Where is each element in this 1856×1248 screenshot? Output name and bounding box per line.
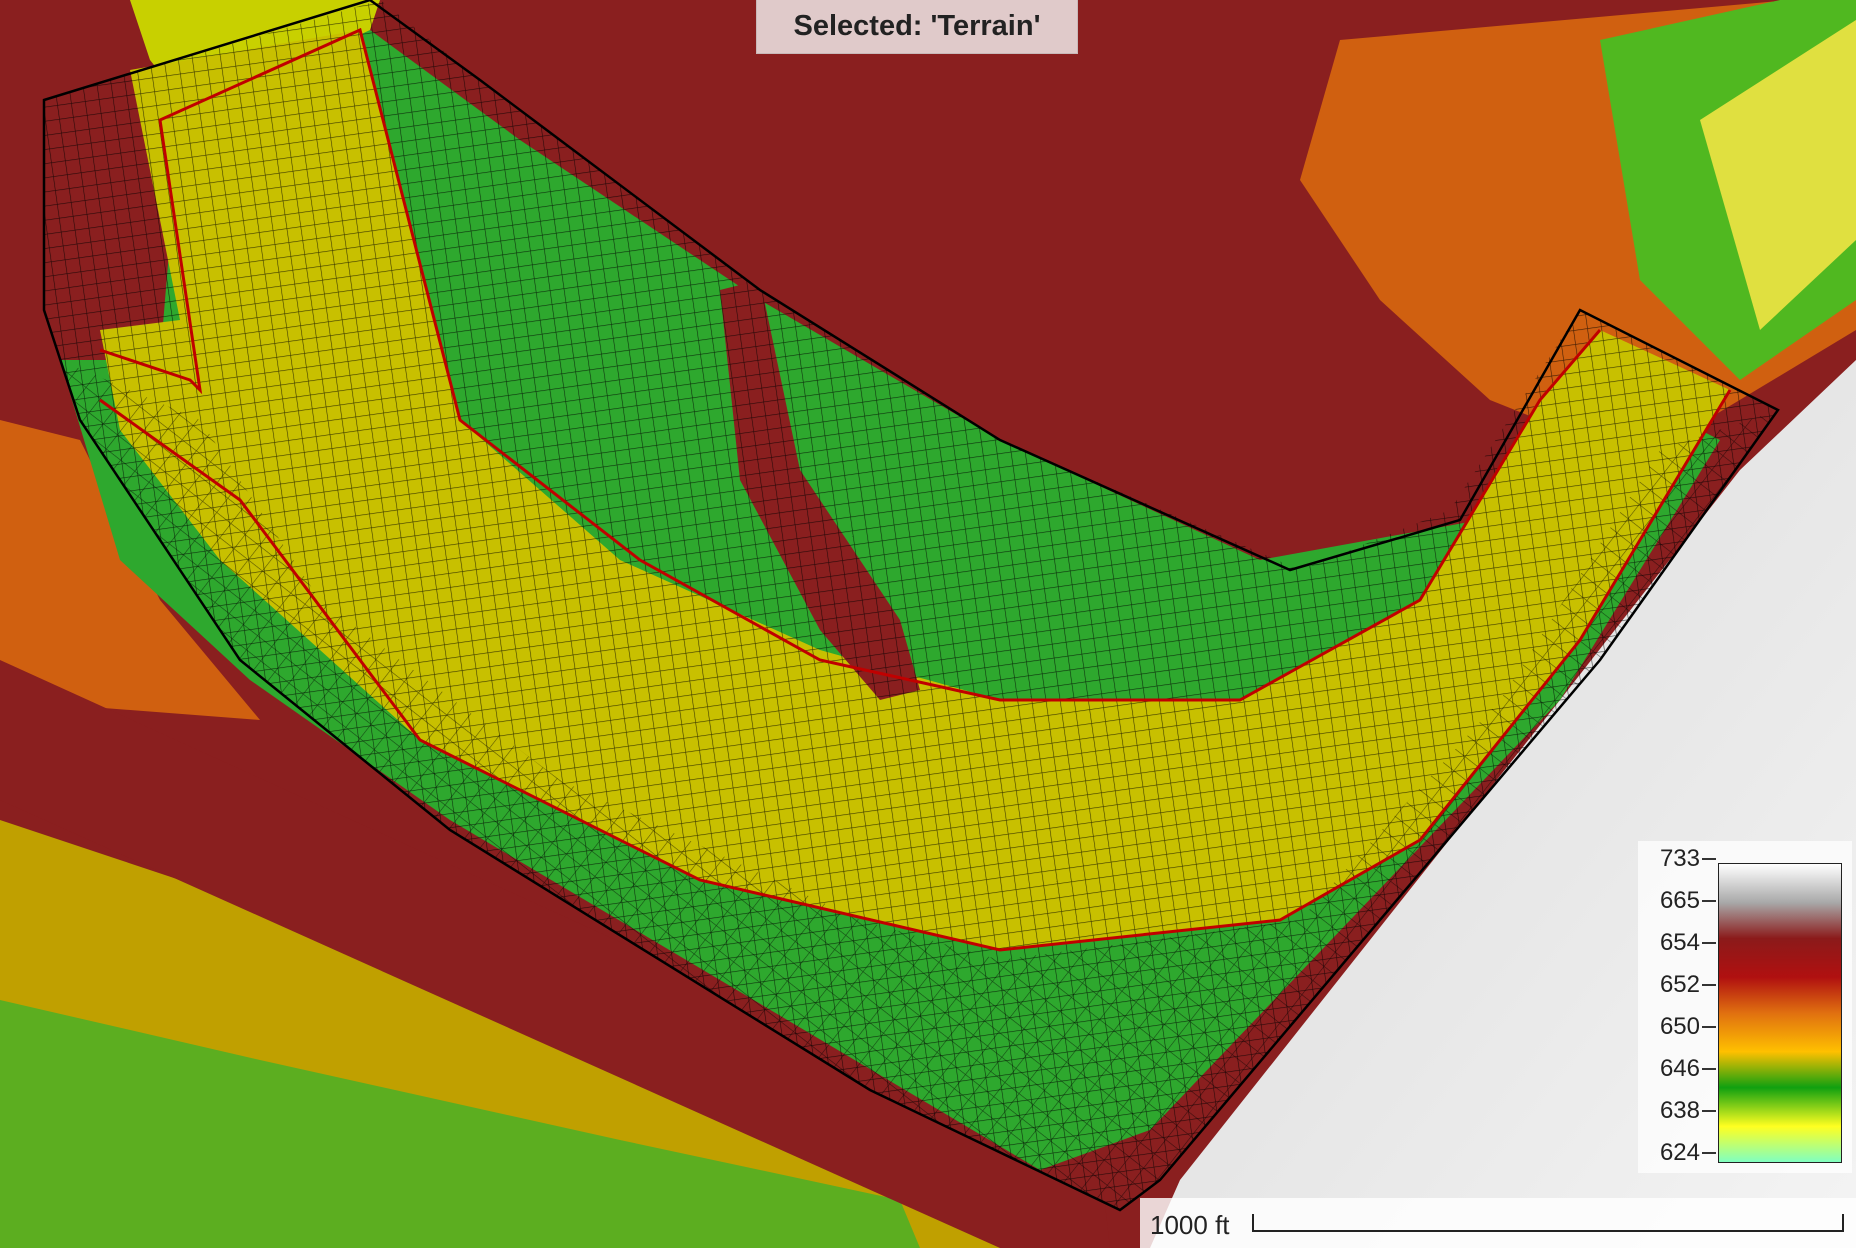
legend-label-2: 654 (1659, 929, 1700, 956)
legend-label-1: 665 (1659, 887, 1700, 914)
legend-label-4: 650 (1659, 1013, 1700, 1040)
legend-tick-1 (1702, 900, 1716, 902)
legend-label-5: 646 (1659, 1055, 1700, 1082)
scale-bar: 1000 ft (1140, 1198, 1856, 1248)
terrain-map-view[interactable] (0, 0, 1856, 1248)
legend-label-6: 638 (1659, 1097, 1700, 1124)
legend-tick-4 (1702, 1026, 1716, 1028)
legend-tick-2 (1702, 942, 1716, 944)
legend-tick-3 (1702, 984, 1716, 986)
legend-tick-0 (1702, 858, 1716, 860)
legend-tick-7 (1702, 1152, 1716, 1154)
elevation-legend: 733 665 654 652 650 646 638 624 (1638, 841, 1852, 1173)
legend-label-0: 733 (1659, 845, 1700, 872)
legend-label-7: 624 (1659, 1139, 1700, 1166)
scale-bar-label: 1000 ft (1150, 1210, 1230, 1240)
scale-bar-line (1252, 1214, 1844, 1232)
legend-tick-5 (1702, 1068, 1716, 1070)
legend-color-ramp (1718, 863, 1842, 1163)
legend-label-3: 652 (1659, 971, 1700, 998)
legend-tick-6 (1702, 1110, 1716, 1112)
selected-layer-label: Selected: 'Terrain' (756, 0, 1078, 54)
